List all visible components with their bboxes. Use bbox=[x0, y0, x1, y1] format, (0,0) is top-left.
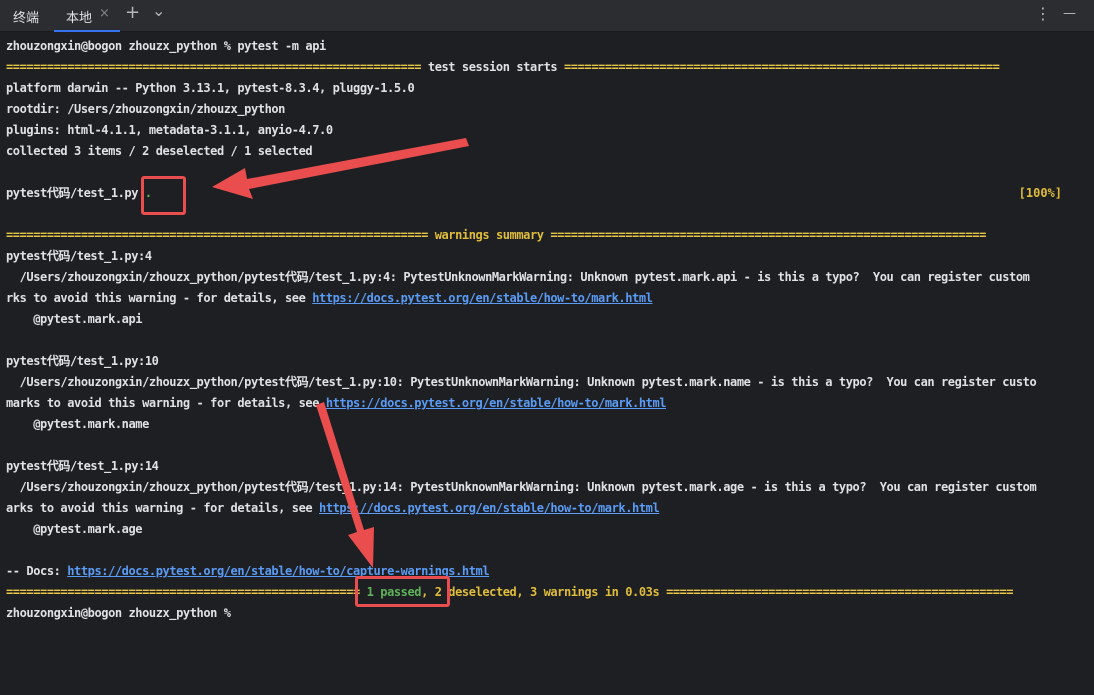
arrow-to-test-result bbox=[212, 138, 469, 199]
arrow-to-passed-count bbox=[316, 402, 374, 568]
annotation-arrows bbox=[212, 138, 469, 568]
